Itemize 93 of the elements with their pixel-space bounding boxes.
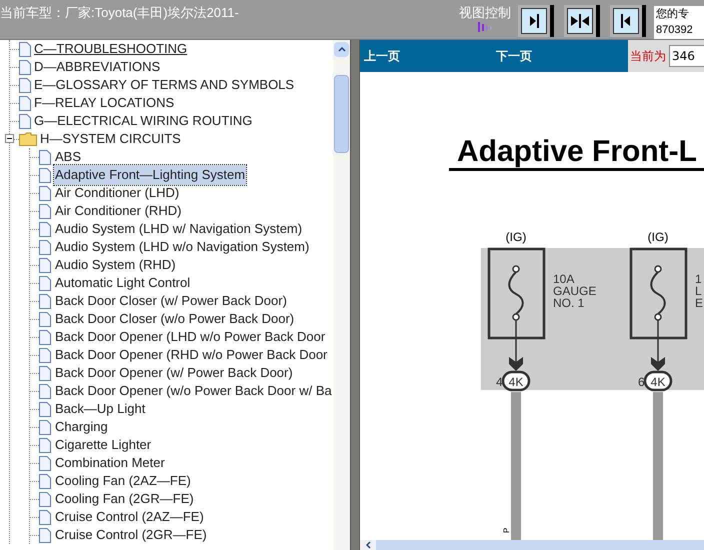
page-icon [39, 474, 51, 488]
page-icon [39, 204, 51, 218]
view-control-label: 视图控制 [459, 6, 511, 19]
pin-number: 6 [638, 375, 645, 389]
chevron-up-icon [338, 47, 346, 52]
page-icon [39, 528, 51, 542]
page-icon [39, 348, 51, 362]
signal-icon [478, 22, 492, 32]
connector-label: 4K [644, 370, 672, 392]
folder-icon [19, 132, 37, 146]
page-icon [39, 150, 51, 164]
fuse-label: 10A [553, 272, 574, 286]
page-icon [39, 456, 51, 470]
tree-item[interactable]: Cooling Fan (2GR—FE) [54, 489, 195, 509]
page-icon [39, 222, 51, 236]
tree-item[interactable]: Charging [54, 417, 109, 437]
page-icon [39, 492, 51, 506]
tree-item[interactable]: Cooling Fan (2AZ—FE) [54, 471, 192, 491]
tree-item[interactable]: Back—Up Light [54, 399, 146, 419]
view-button[interactable] [518, 5, 554, 37]
page-icon [19, 114, 31, 128]
pin-number: 4 [496, 375, 503, 389]
connector-label: 4K [502, 370, 530, 392]
arrows-to-center-icon [569, 11, 591, 31]
tree-item[interactable]: F—RELAY LOCATIONS [34, 93, 174, 113]
tree-item[interactable]: Back Door Opener (w/o Power Back Door w/ Ba [54, 381, 333, 401]
page-icon [39, 438, 51, 452]
arrow-line [509, 320, 523, 371]
tree-item[interactable]: Back Door Opener (RHD w/o Power Back Door [54, 345, 328, 365]
tree-item[interactable]: Combination Meter [54, 453, 166, 473]
scroll-up-button[interactable] [334, 42, 349, 57]
fuse-label: 1 [695, 272, 702, 286]
tree-item[interactable]: Audio System (RHD) [54, 255, 177, 275]
vehicle-title: 当前车型：厂家:Toyota(丰田)埃尔法2011- [0, 5, 239, 20]
page-icon [39, 312, 51, 326]
tree-item[interactable]: E—GLOSSARY OF TERMS AND SYMBOLS [34, 75, 294, 95]
tree-item[interactable]: Back Door Closer (w/ Power Back Door) [54, 291, 288, 311]
page-icon [39, 402, 51, 416]
page-icon [19, 78, 31, 92]
fuse-label: NO. 1 [553, 296, 584, 310]
tree-item[interactable]: Cruise Control (2GR—FE) [54, 525, 208, 545]
wire-mark: P [502, 528, 511, 533]
scroll-left-button[interactable] [360, 540, 376, 550]
tree-item[interactable]: ABS [54, 147, 82, 167]
previous-page-link[interactable]: 上一页 [364, 47, 400, 65]
fuse-label: L [695, 284, 702, 298]
page-icon [19, 60, 31, 74]
tree-item[interactable]: Back Door Opener (w/ Power Back Door) [54, 363, 294, 383]
collapse-toggle[interactable] [5, 134, 14, 143]
tree-item[interactable]: D—ABBREVIATIONS [34, 57, 160, 77]
tree-item[interactable]: C—TROUBLESHOOTING [34, 40, 188, 59]
view-button[interactable] [564, 5, 600, 37]
tree-item[interactable]: Audio System (LHD w/ Navigation System) [54, 219, 304, 239]
chevron-left-icon [366, 541, 370, 549]
page-icon [39, 258, 51, 272]
page-icon [39, 330, 51, 344]
page-number-field[interactable]: 346 [669, 45, 704, 67]
view-button[interactable] [610, 5, 646, 37]
vertical-scrollbar[interactable] [333, 40, 350, 550]
tree-item[interactable]: H—SYSTEM CIRCUITS [40, 129, 181, 149]
arrow-line [651, 320, 665, 371]
page-icon [19, 96, 31, 110]
scroll-thumb[interactable] [334, 75, 349, 153]
tree-item[interactable]: Automatic Light Control [54, 273, 192, 293]
tree-item[interactable]: Adaptive Front—Lighting System [54, 165, 246, 185]
source-label: (IG) [506, 230, 526, 244]
notice-text: 您的专 [656, 7, 690, 22]
page-icon [39, 384, 51, 398]
page-icon [39, 168, 51, 182]
horizontal-scrollbar[interactable] [360, 540, 704, 550]
tree-item[interactable]: Cruise Control (2AZ—FE) [54, 507, 205, 527]
diagram-title: Adaptive Front-L [457, 135, 697, 168]
page-icon [39, 240, 51, 254]
next-page-link[interactable]: 下一页 [496, 47, 532, 65]
tree-item[interactable]: Air Conditioner (LHD) [54, 183, 180, 203]
tree-item[interactable]: Air Conditioner (RHD) [54, 201, 182, 221]
tree-item[interactable]: Back Door Opener (LHD w/o Power Back Door [54, 327, 326, 347]
page-icon [39, 510, 51, 524]
tree-item[interactable]: Back Door Closer (w/o Power Back Door) [54, 309, 296, 329]
tree-item[interactable]: Cigarette Lighter [54, 435, 152, 455]
page-icon [39, 276, 51, 290]
tree-item[interactable]: G—ELECTRICAL WIRING ROUTING [34, 111, 252, 131]
page-icon [39, 294, 51, 308]
page-icon [39, 420, 51, 434]
tree-item[interactable]: Audio System (LHD w/o Navigation System) [54, 237, 310, 257]
page-icon [39, 366, 51, 380]
fuse-label: GAUGE [553, 284, 596, 298]
current-page-label: 当前为 [630, 48, 666, 65]
page-icon [19, 42, 31, 56]
fuse-label: E [695, 296, 704, 310]
source-label: (IG) [648, 230, 668, 244]
page-icon [39, 186, 51, 200]
notice-text: 870392 [656, 23, 694, 38]
